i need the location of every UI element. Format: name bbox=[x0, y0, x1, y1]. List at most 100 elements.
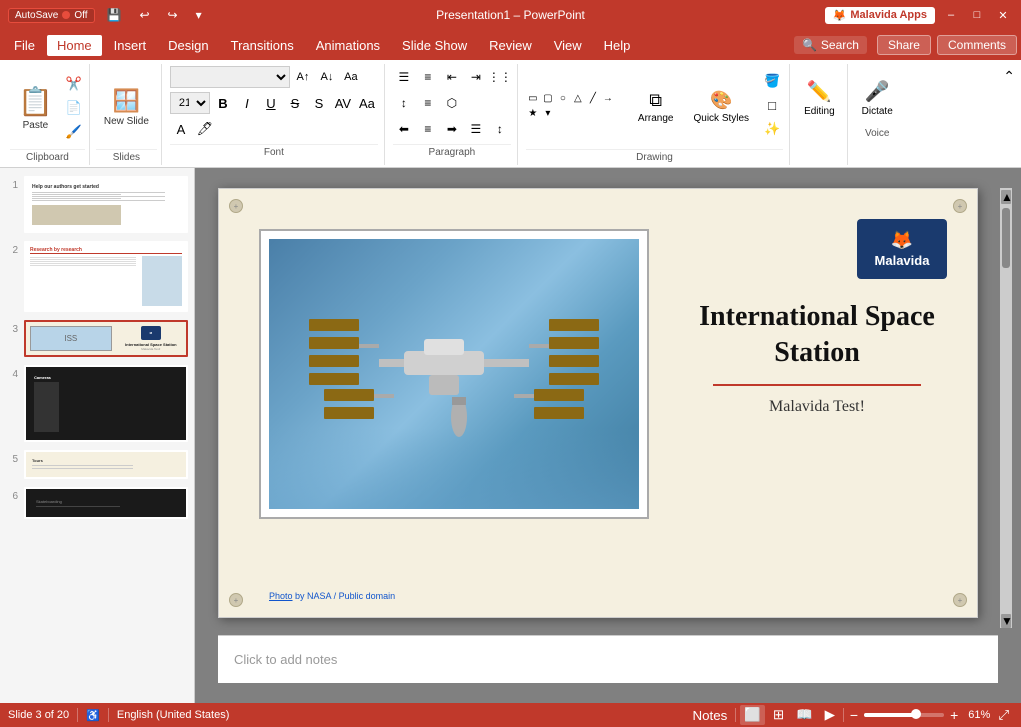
dictate-button[interactable]: 🎤 Dictate bbox=[854, 68, 901, 128]
quick-styles-button[interactable]: 🎨 Quick Styles bbox=[685, 77, 757, 137]
numbering-button[interactable]: ≡ bbox=[417, 66, 439, 88]
star-shape[interactable]: ★ bbox=[526, 107, 540, 121]
share-button[interactable]: Share bbox=[877, 35, 931, 55]
customize-button[interactable]: ▾ bbox=[190, 6, 208, 24]
decrease-indent-button[interactable]: ⇤ bbox=[441, 66, 463, 88]
photo-link[interactable]: Photo bbox=[269, 591, 293, 601]
char-spacing-button[interactable]: AV bbox=[332, 92, 354, 114]
undo-button[interactable]: ↩ bbox=[133, 6, 155, 24]
vscroll-thumb[interactable] bbox=[1002, 208, 1010, 268]
ribbon-collapse-btn[interactable]: ⌃ bbox=[1003, 64, 1015, 165]
canvas-vscrollbar[interactable]: ▲ ▼ bbox=[1000, 188, 1012, 628]
slide-image-3[interactable]: ISS M International Space Station Malavi… bbox=[24, 320, 188, 357]
autosave-badge[interactable]: AutoSave Off bbox=[8, 8, 95, 23]
notes-view-button[interactable]: Notes bbox=[688, 706, 731, 725]
slide-sorter-button[interactable]: ⊞ bbox=[769, 705, 788, 725]
line-shape[interactable]: ╱ bbox=[586, 92, 600, 106]
slide-thumb-2[interactable]: 2 Research by research bbox=[4, 239, 190, 314]
zoom-out-button[interactable]: − bbox=[848, 707, 860, 723]
fit-window-button[interactable]: ⤢ bbox=[994, 705, 1013, 725]
iss-photo-frame[interactable] bbox=[259, 229, 649, 519]
slide-main-title[interactable]: International Space Station bbox=[687, 299, 947, 372]
search-bar[interactable]: 🔍 Search bbox=[794, 36, 867, 54]
slide-canvas[interactable]: + + + + bbox=[218, 188, 978, 618]
new-slide-button[interactable]: 🪟 New Slide bbox=[96, 74, 157, 142]
change-case-button[interactable]: Aa bbox=[356, 92, 378, 114]
menu-animations[interactable]: Animations bbox=[306, 35, 390, 56]
justify-button[interactable]: ☰ bbox=[465, 118, 487, 140]
menu-design[interactable]: Design bbox=[158, 35, 218, 56]
editing-button[interactable]: ✏️ Editing bbox=[796, 68, 843, 128]
arrow-shape[interactable]: → bbox=[601, 92, 615, 106]
shape-outline-button[interactable]: □ bbox=[761, 94, 783, 116]
redo-button[interactable]: ↪ bbox=[162, 6, 184, 24]
minimize-button[interactable]: – bbox=[941, 5, 961, 25]
slide-image-6[interactable]: Skateboarding bbox=[24, 487, 188, 519]
menu-review[interactable]: Review bbox=[479, 35, 542, 56]
increase-font-button[interactable]: A↓ bbox=[316, 66, 338, 88]
ellipse-shape[interactable]: ○ bbox=[556, 92, 570, 106]
normal-view-button[interactable]: ⬜ bbox=[740, 705, 765, 725]
rounded-rect-shape[interactable]: ▢ bbox=[541, 92, 555, 106]
menu-insert[interactable]: Insert bbox=[104, 35, 157, 56]
highlight-button[interactable]: 🖊 bbox=[194, 118, 216, 140]
font-name-select[interactable] bbox=[170, 66, 290, 88]
clear-format-button[interactable]: Aa bbox=[340, 66, 362, 88]
strikethrough-button[interactable]: S bbox=[284, 92, 306, 114]
rect-shape[interactable]: ▭ bbox=[526, 92, 540, 106]
copy-button[interactable]: 📄 bbox=[63, 97, 85, 119]
vscroll-down[interactable]: ▼ bbox=[1001, 614, 1011, 628]
bold-button[interactable]: B bbox=[212, 92, 234, 114]
align-center-button[interactable]: ≡ bbox=[417, 118, 439, 140]
shadow-button[interactable]: S bbox=[308, 92, 330, 114]
zoom-in-button[interactable]: + bbox=[948, 707, 960, 723]
menu-slideshow[interactable]: Slide Show bbox=[392, 35, 477, 56]
triangle-shape[interactable]: △ bbox=[571, 92, 585, 106]
slide-thumb-4[interactable]: 4 Cameras bbox=[4, 363, 190, 444]
vscroll-up[interactable]: ▲ bbox=[1001, 190, 1011, 204]
bullets-button[interactable]: ☰ bbox=[393, 66, 415, 88]
increase-indent-button[interactable]: ⇥ bbox=[465, 66, 487, 88]
slide-thumb-1[interactable]: 1 Help our authors get started bbox=[4, 174, 190, 235]
close-button[interactable]: ✕ bbox=[993, 5, 1013, 25]
smartart-button[interactable]: ⬡ bbox=[441, 92, 463, 114]
maximize-button[interactable]: □ bbox=[967, 5, 987, 25]
slide-thumb-5[interactable]: 5 Tours bbox=[4, 448, 190, 481]
notes-area[interactable]: Click to add notes bbox=[218, 635, 998, 683]
underline-button[interactable]: U bbox=[260, 92, 282, 114]
italic-button[interactable]: I bbox=[236, 92, 258, 114]
columns-button[interactable]: ⋮⋮ bbox=[489, 66, 511, 88]
reading-view-button[interactable]: 📖 bbox=[792, 705, 817, 725]
shape-fill-button[interactable]: 🪣 bbox=[761, 70, 783, 92]
slide-subtitle[interactable]: Malavida Test! bbox=[687, 398, 947, 416]
slide-thumb-6[interactable]: 6 Skateboarding bbox=[4, 485, 190, 521]
format-painter-button[interactable]: 🖌️ bbox=[63, 121, 85, 143]
align-right-button[interactable]: ➡ bbox=[441, 118, 463, 140]
decrease-font-button[interactable]: A↑ bbox=[292, 66, 314, 88]
menu-transitions[interactable]: Transitions bbox=[221, 35, 304, 56]
slideshow-view-button[interactable]: ▶ bbox=[821, 705, 839, 725]
slide-image-2[interactable]: Research by research bbox=[24, 241, 188, 312]
align-text-button[interactable]: ≡ bbox=[417, 92, 439, 114]
line-spacing-button[interactable]: ↕ bbox=[489, 118, 511, 140]
menu-help[interactable]: Help bbox=[594, 35, 641, 56]
slide-image-5[interactable]: Tours bbox=[24, 450, 188, 479]
comments-button[interactable]: Comments bbox=[937, 35, 1017, 55]
slide-image-4[interactable]: Cameras bbox=[24, 365, 188, 442]
menu-view[interactable]: View bbox=[544, 35, 592, 56]
text-direction-button[interactable]: ↕ bbox=[393, 92, 415, 114]
menu-file[interactable]: File bbox=[4, 35, 45, 56]
slide-thumb-3[interactable]: 3 ISS M International Space Station Mala… bbox=[4, 318, 190, 359]
menu-home[interactable]: Home bbox=[47, 35, 102, 56]
save-button[interactable]: 💾 bbox=[101, 6, 128, 24]
font-size-select[interactable]: 21 bbox=[170, 92, 210, 114]
align-left-button[interactable]: ⬅ bbox=[393, 118, 415, 140]
cut-button[interactable]: ✂️ bbox=[63, 73, 85, 95]
more-shapes[interactable]: ▾ bbox=[541, 107, 555, 121]
font-color-button[interactable]: A bbox=[170, 118, 192, 140]
shape-effects-button[interactable]: ✨ bbox=[761, 118, 783, 140]
paste-button[interactable]: 📋 Paste bbox=[10, 74, 61, 142]
arrange-button[interactable]: ⧉ Arrange bbox=[630, 77, 682, 137]
zoom-thumb[interactable] bbox=[911, 709, 921, 719]
collapse-icon[interactable]: ⌃ bbox=[1003, 68, 1015, 85]
